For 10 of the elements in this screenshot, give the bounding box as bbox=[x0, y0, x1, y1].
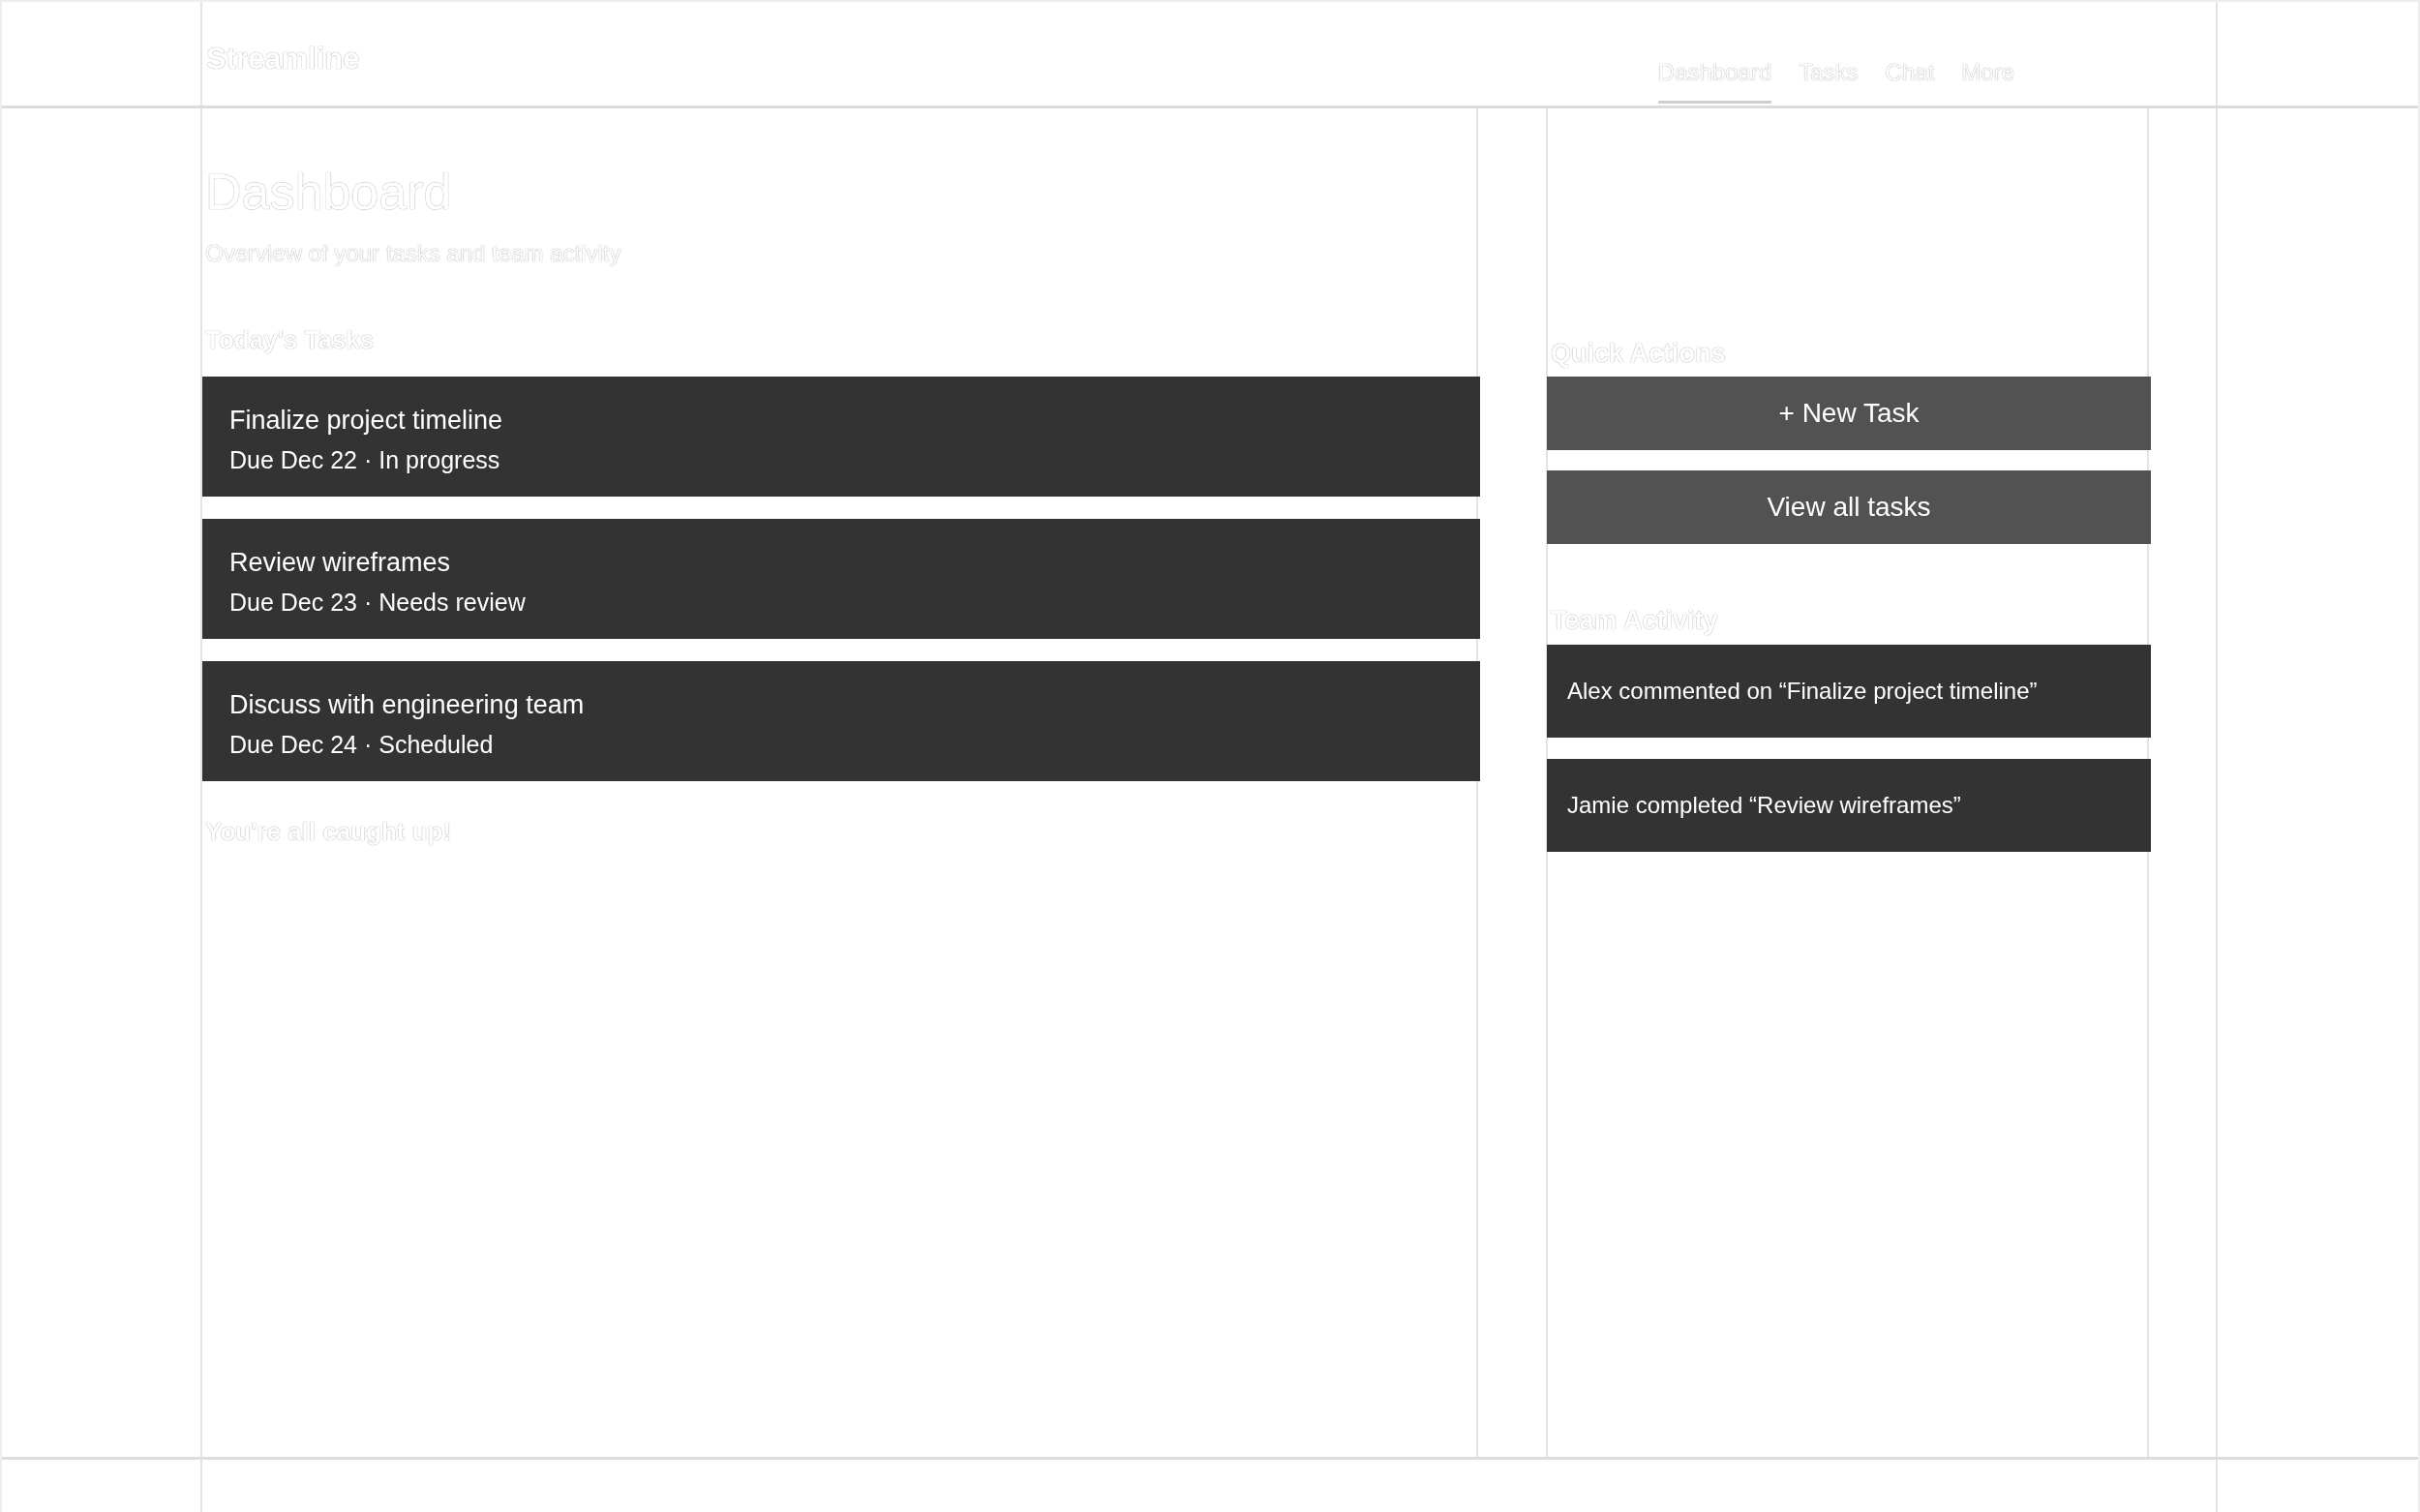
task-title: Finalize project timeline bbox=[229, 405, 503, 436]
task-meta: Due Dec 24 · Scheduled bbox=[229, 730, 494, 759]
task-meta: Due Dec 23 · Needs review bbox=[229, 588, 526, 617]
activity-text: Jamie completed “Review wireframes” bbox=[1567, 791, 1961, 820]
task-title: Discuss with engineering team bbox=[229, 689, 585, 720]
task-meta: Due Dec 22 · In progress bbox=[229, 445, 500, 474]
action-button[interactable]: + New Task bbox=[1547, 377, 2151, 450]
task-title: Review wireframes bbox=[229, 547, 451, 578]
activity-text: Alex commented on “Finalize project timeline” bbox=[1567, 677, 2038, 706]
action-button[interactable]: View all tasks bbox=[1547, 470, 2151, 544]
